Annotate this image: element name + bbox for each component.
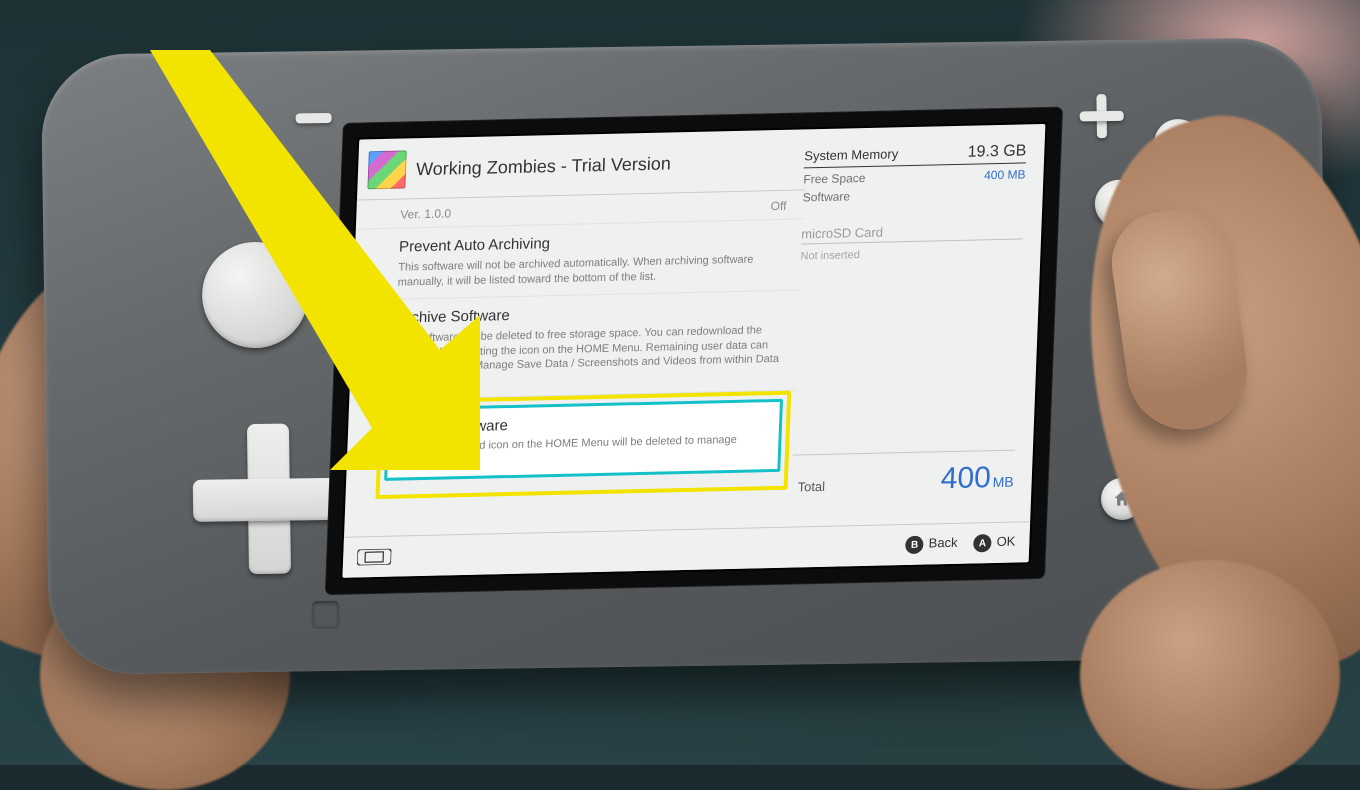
software-detail-panel: Working Zombies - Trial Version Ver. 1.0…	[344, 129, 807, 537]
plus-button[interactable]	[1079, 94, 1124, 139]
delete-software-item[interactable]: Delete Software The software and icon on…	[384, 399, 783, 481]
free-space-value: 400 MB	[984, 167, 1026, 182]
software-value	[1025, 185, 1026, 199]
total-unit: MB	[992, 474, 1014, 490]
software-row: Software	[802, 185, 1025, 204]
right-hand	[1080, 560, 1340, 790]
footer-buttons: BBack AOK	[905, 533, 1015, 554]
left-analog-stick[interactable]	[201, 241, 308, 348]
section-desc: The software and icon on the HOME Menu w…	[400, 432, 767, 470]
free-space-label: Free Space	[803, 171, 866, 186]
game-icon	[367, 150, 406, 189]
a-ok-hint: AOK	[973, 533, 1016, 552]
play-activity-status: Off	[770, 199, 786, 213]
version-label: Ver. 1.0.0	[400, 206, 451, 221]
section-desc: This software will not be archived autom…	[397, 252, 784, 290]
free-space-row: Free Space 400 MB	[803, 167, 1026, 186]
prevent-auto-archiving-item[interactable]: Prevent Auto Archiving This software wil…	[353, 219, 804, 300]
system-memory-label: System Memory	[804, 146, 899, 163]
b-back-hint: BBack	[905, 535, 958, 555]
lcd-bezel: Working Zombies - Trial Version Ver. 1.0…	[326, 108, 1062, 595]
total-row: Total 400MB	[791, 450, 1015, 500]
system-memory-total: 19.3 GB	[967, 142, 1026, 161]
section-title: Prevent Auto Archiving	[399, 230, 786, 256]
dpad[interactable]	[192, 423, 344, 575]
software-title: Working Zombies - Trial Version	[416, 153, 672, 180]
software-label: Software	[802, 189, 850, 204]
section-desc: The software will be deleted to free sto…	[394, 323, 782, 391]
total-label: Total	[791, 479, 825, 495]
microsd-status: Not inserted	[800, 245, 1023, 262]
system-memory-header: System Memory 19.3 GB	[804, 142, 1027, 168]
storage-panel: System Memory 19.3 GB Free Space 400 MB …	[790, 124, 1045, 528]
b-glyph-icon: B	[905, 536, 924, 554]
delete-software-highlight: Delete Software The software and icon on…	[384, 399, 783, 481]
console-indicator-icon	[357, 549, 392, 566]
capture-button[interactable]	[312, 601, 338, 627]
section-title: Archive Software	[396, 301, 783, 327]
microsd-header: microSD Card	[801, 221, 1024, 244]
switch-ui-screen: Working Zombies - Trial Version Ver. 1.0…	[342, 124, 1045, 578]
minus-button[interactable]	[296, 113, 332, 124]
archive-software-item[interactable]: Archive Software The software will be de…	[349, 290, 801, 401]
a-glyph-icon: A	[973, 534, 992, 552]
total-value: 400	[940, 461, 991, 495]
